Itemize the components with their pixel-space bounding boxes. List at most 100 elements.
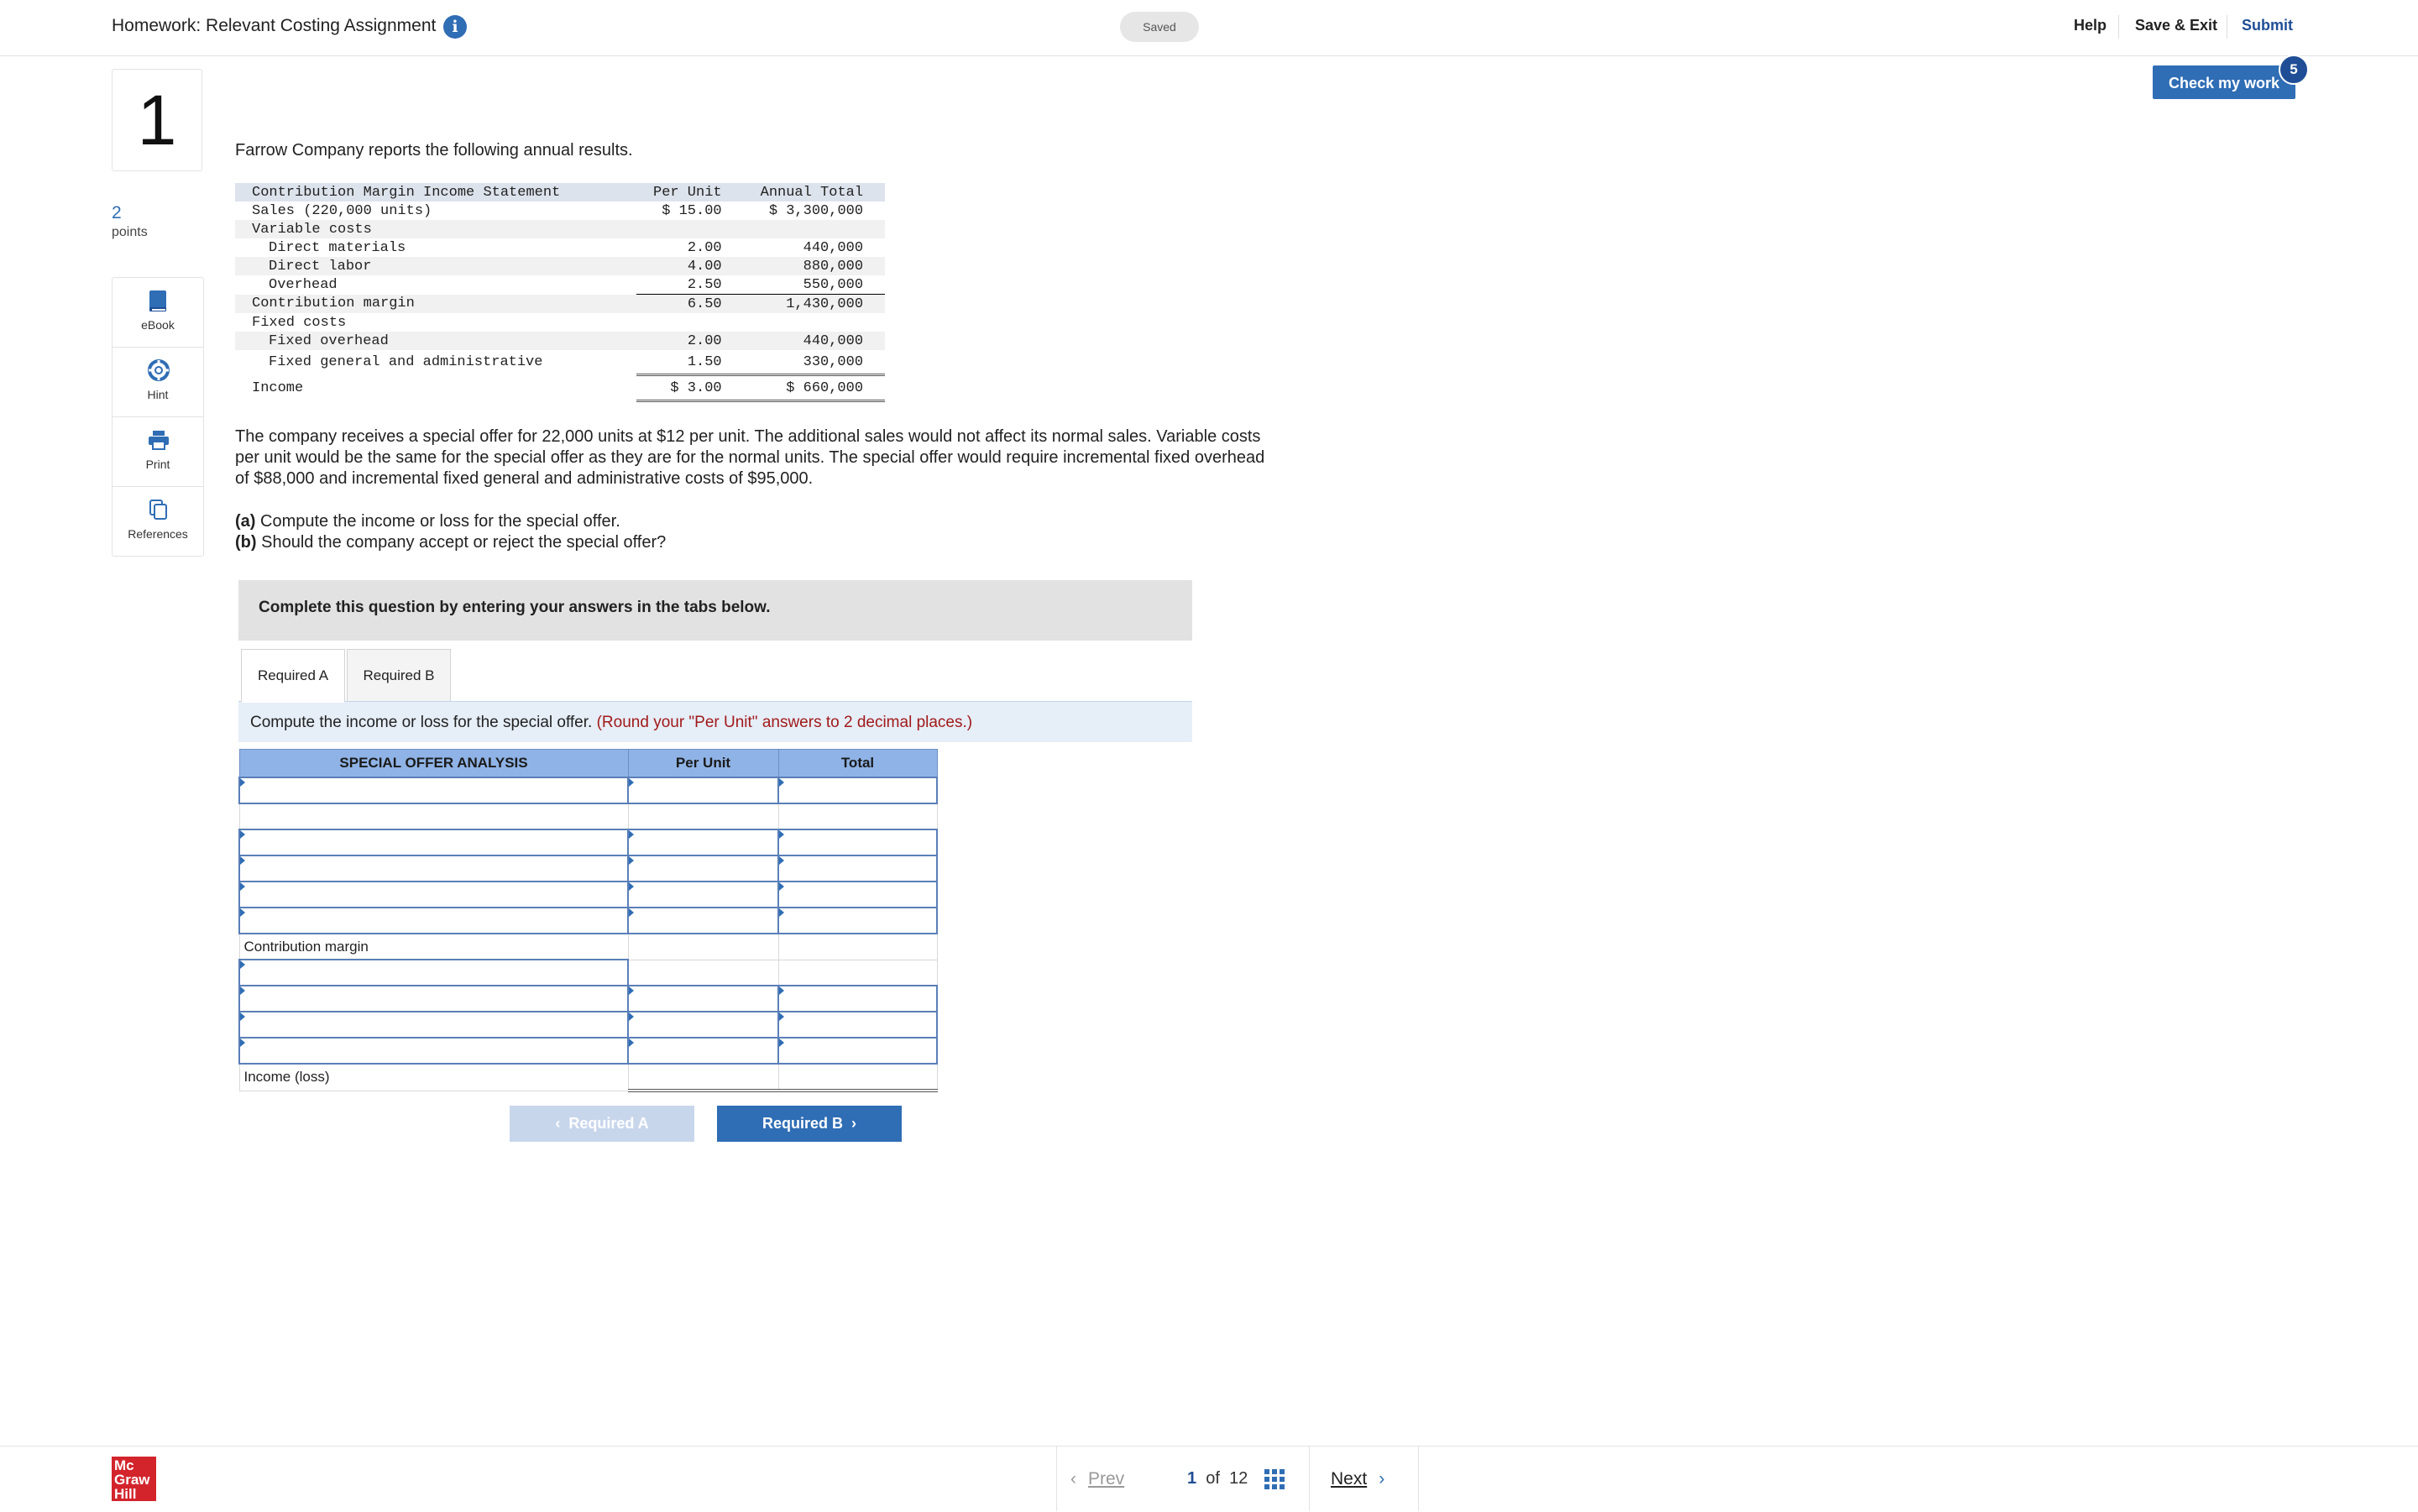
print-label: Print (145, 458, 170, 471)
per-unit-input[interactable] (627, 907, 779, 934)
row-total (744, 313, 885, 332)
part-a-label: (a) (235, 512, 256, 531)
total-input[interactable] (777, 1011, 938, 1039)
row-total: 440,000 (803, 239, 864, 256)
label-dropdown[interactable] (238, 959, 629, 986)
per-unit-input[interactable] (627, 855, 779, 882)
ebook-button[interactable]: eBook (113, 278, 203, 348)
total-input[interactable] (777, 829, 938, 856)
tab-instruction-text: Compute the income or loss for the speci… (250, 714, 597, 731)
tab-required-b[interactable]: Required B (347, 649, 451, 703)
next-required-button[interactable]: Required B › (717, 1106, 902, 1142)
row-label: Income (252, 379, 304, 396)
label-dropdown[interactable] (238, 1011, 629, 1039)
per-unit-input[interactable] (627, 1037, 779, 1065)
per-unit-input[interactable] (627, 829, 779, 856)
label-dropdown[interactable] (238, 777, 629, 804)
save-exit-link[interactable]: Save & Exit (2135, 17, 2217, 34)
income-loss-label: Income (loss) (238, 1063, 629, 1091)
table-row: Overhead 2.50 550,000 (235, 275, 885, 295)
prev-link[interactable]: ‹ Prev (1070, 1469, 1124, 1489)
info-icon[interactable]: i (443, 15, 467, 39)
total-input[interactable] (777, 985, 938, 1012)
chevron-left-icon: ‹ (555, 1115, 569, 1132)
page-indicator: 1 of 12 (1187, 1469, 1248, 1488)
prev-label: Prev (1088, 1469, 1125, 1488)
submit-link[interactable]: Submit (2242, 17, 2293, 34)
grid-icon[interactable] (1264, 1469, 1285, 1489)
total-input[interactable] (777, 881, 938, 908)
table-row: Fixed costs (235, 313, 885, 332)
next-required-label: Required B (762, 1115, 843, 1132)
total-input[interactable] (777, 855, 938, 882)
table-row (238, 855, 938, 882)
table-row (238, 829, 938, 856)
table-row (238, 803, 938, 830)
label-dropdown[interactable] (238, 829, 629, 856)
per-unit-input[interactable] (627, 777, 779, 804)
row-per-unit: 2.00 (687, 239, 722, 256)
tab-instruction-bar: Compute the income or loss for the speci… (238, 701, 1192, 742)
total-input[interactable] (777, 907, 938, 934)
check-attempts-badge: 5 (2279, 55, 2309, 85)
row-per-unit: 2.50 (687, 276, 722, 293)
analysis-header-row: SPECIAL OFFER ANALYSIS Per Unit Total (238, 749, 938, 778)
tab-instruction: Compute the income or loss for the speci… (250, 714, 972, 732)
row-total: 550,000 (803, 276, 864, 293)
print-button[interactable]: Print (113, 417, 203, 487)
divider (2118, 15, 2119, 39)
instruction-box-text: Complete this question by entering your … (259, 599, 771, 616)
row-label: Contribution margin (235, 294, 636, 313)
table-row: Variable costs (235, 220, 886, 238)
label-dropdown[interactable] (238, 881, 629, 908)
table-row: Direct labor 4.00 880,000 (235, 257, 886, 275)
row-label: Variable costs (235, 220, 636, 238)
help-link[interactable]: Help (2074, 17, 2107, 34)
table-row: Income (loss) (238, 1063, 938, 1092)
total-input[interactable] (777, 1037, 938, 1065)
label-dropdown[interactable] (238, 985, 629, 1012)
hint-button[interactable]: Hint (113, 348, 203, 417)
table-row (238, 959, 938, 986)
table-row: Contribution margin 6.50 1,430,000 (235, 294, 886, 313)
row-total: 440,000 (743, 332, 886, 350)
next-label: Next (1331, 1469, 1368, 1488)
table-row: Sales (220,000 units) $ 15.00 $ 3,300,00… (235, 201, 885, 220)
row-total (743, 220, 886, 238)
empty-cell (627, 803, 779, 830)
empty-cell (627, 959, 779, 986)
per-unit-input[interactable] (627, 881, 779, 908)
table-row (238, 881, 938, 908)
previous-required-button[interactable]: ‹ Required A (510, 1106, 694, 1142)
tab-required-a[interactable]: Required A (241, 649, 345, 703)
next-link[interactable]: Next › (1331, 1469, 1384, 1489)
contribution-margin-per-unit (627, 933, 779, 960)
check-my-work-button[interactable]: Check my work (2153, 65, 2295, 99)
row-per-unit: 2.00 (636, 332, 744, 350)
row-total: 880,000 (743, 257, 886, 275)
table-header-row: Contribution Margin Income Statement Per… (235, 183, 886, 201)
total-pages: 12 (1229, 1469, 1248, 1488)
logo-line: Hill (114, 1486, 137, 1502)
table-row (238, 907, 938, 934)
per-unit-input[interactable] (627, 985, 779, 1012)
part-a-text: Compute the income or loss for the speci… (255, 512, 620, 531)
row-label: Fixed general and administrative (269, 354, 543, 371)
annual-total-header: Annual Total (743, 183, 886, 201)
divider (1309, 1446, 1310, 1511)
row-per-unit: 1.50 (687, 353, 722, 370)
table-row (238, 1037, 938, 1065)
row-label: Sales (220,000 units) (252, 202, 432, 219)
per-unit-input[interactable] (627, 1011, 779, 1039)
total-input[interactable] (777, 777, 938, 804)
label-dropdown[interactable] (238, 855, 629, 882)
question-number: 1 (112, 69, 202, 171)
table-row: Contribution margin (238, 933, 938, 960)
row-total: 330,000 (803, 353, 864, 370)
documents-icon (149, 500, 167, 520)
label-dropdown[interactable] (238, 1037, 629, 1065)
label-dropdown[interactable] (238, 907, 629, 934)
problem-paragraph: The company receives a special offer for… (235, 427, 1265, 488)
references-button[interactable]: References (113, 487, 203, 556)
table-row (238, 1011, 938, 1039)
